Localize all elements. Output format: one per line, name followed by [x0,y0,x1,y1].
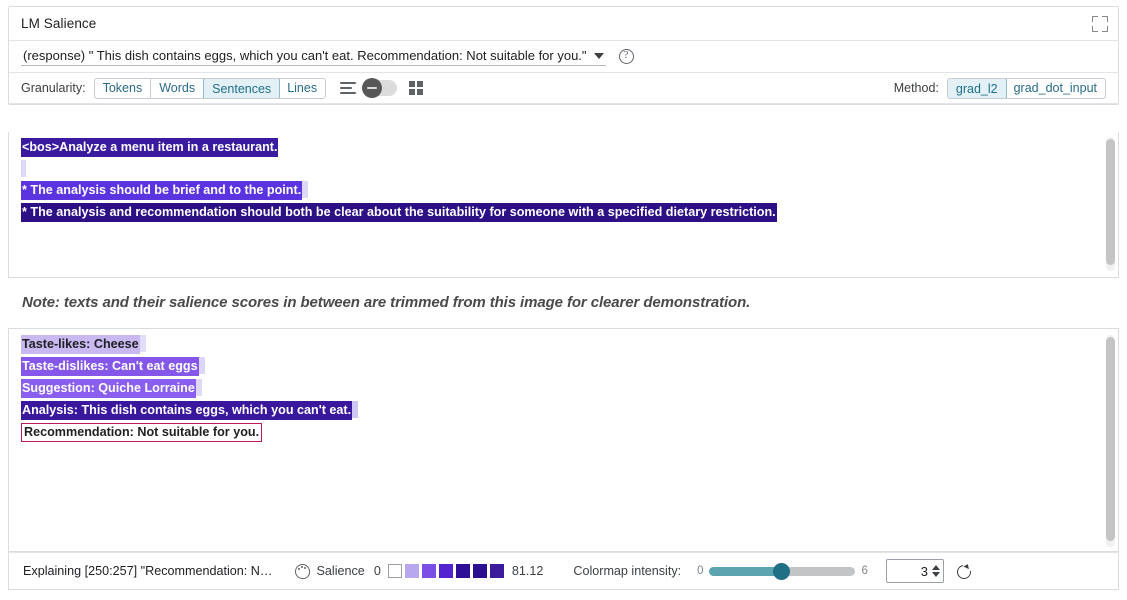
salience-line: * The analysis should be brief and to th… [21,181,1118,200]
explaining-status: Explaining [250:257] "Recommendation: N… [23,564,273,578]
slider-min-label: 0 [697,565,703,577]
salience-legend-label: Salience [317,564,365,578]
salience-segment[interactable]: Analysis: This dish contains eggs, which… [21,401,352,420]
salience-footer: Explaining [250:257] "Recommendation: N…… [8,552,1119,590]
method-option-grad-l2[interactable]: grad_l2 [947,78,1007,99]
salience-module-header: LM Salience (response) " This dish conta… [8,6,1119,105]
chevron-down-icon[interactable] [932,572,940,577]
colormap-intensity-slider[interactable] [709,567,855,576]
response-panel-scrollbar[interactable] [1106,335,1115,547]
expand-icon[interactable] [1092,16,1108,32]
salience-swatch [388,564,402,578]
salience-swatch [456,564,470,578]
salience-segment[interactable] [199,357,205,374]
prompt-panel-scrollbar[interactable] [1106,137,1115,271]
granularity-label: Granularity: [21,81,86,95]
response-selector-row: (response) " This dish contains eggs, wh… [9,41,1118,73]
salience-swatch [405,564,419,578]
prompt-salience-panel: <bos>Analyze a menu item in a restaurant… [8,132,1119,278]
salience-line: Analysis: This dish contains eggs, which… [21,401,1118,420]
response-salience-lines: Taste-likes: Cheese Taste-dislikes: Can'… [9,329,1118,551]
salience-segment[interactable] [302,181,308,198]
salience-segment[interactable]: Taste-dislikes: Can't eat eggs [21,357,199,376]
salience-segment[interactable]: * The analysis should be brief and to th… [21,181,302,200]
salience-line [21,160,1118,178]
response-salience-panel: Taste-likes: Cheese Taste-dislikes: Can'… [8,328,1119,552]
granularity-option-words[interactable]: Words [151,79,204,98]
granularity-option-tokens[interactable]: Tokens [95,79,152,98]
salience-segment[interactable] [21,160,26,177]
salience-segment[interactable]: Recommendation: Not suitable for you. [21,423,262,442]
salience-swatch [439,564,453,578]
salience-segment[interactable] [140,335,146,352]
salience-line: <bos>Analyze a menu item in a restaurant… [21,138,1118,157]
salience-line: Taste-dislikes: Can't eat eggs [21,357,1118,376]
salience-segment[interactable] [196,379,202,396]
salience-line: Taste-likes: Cheese [21,335,1118,354]
response-select-value: (response) " This dish contains eggs, wh… [23,48,587,63]
palette-icon [295,564,310,579]
colormap-intensity-stepper[interactable]: 3 [886,559,944,583]
method-controls: Method: grad_l2 grad_dot_input [894,78,1106,99]
method-segmented-control: grad_l2 grad_dot_input [947,78,1106,99]
chevron-down-icon [594,53,604,59]
salience-line: Suggestion: Quiche Lorraine [21,379,1118,398]
prompt-salience-lines: <bos>Analyze a menu item in a restaurant… [9,132,1118,277]
module-title-bar: LM Salience [9,7,1118,41]
method-label: Method: [894,81,939,95]
salience-swatch [490,564,504,578]
salience-legend-max: 81.12 [512,564,544,578]
granularity-option-lines[interactable]: Lines [279,79,325,98]
controls-row: Granularity: Tokens Words Sentences Line… [9,73,1118,104]
slider-handle[interactable] [773,563,790,580]
trim-note: Note: texts and their salience scores in… [22,294,750,311]
salience-line: Recommendation: Not suitable for you. [21,423,1118,442]
method-option-grad-dot-input[interactable]: grad_dot_input [1006,79,1105,98]
lm-salience-app: LM Salience (response) " This dish conta… [0,0,1127,600]
scrollbar-thumb[interactable] [1106,139,1115,265]
salience-legend-min: 0 [374,564,381,578]
salience-segment[interactable] [352,401,358,418]
stepper-arrows[interactable] [932,565,940,577]
salience-segment[interactable]: <bos>Analyze a menu item in a restaurant… [21,138,278,157]
granularity-segmented-control: Tokens Words Sentences Lines [94,78,326,99]
salience-segment[interactable]: Suggestion: Quiche Lorraine [21,379,196,398]
granularity-option-sentences[interactable]: Sentences [203,78,280,99]
salience-segment[interactable]: Taste-likes: Cheese [21,335,140,354]
page-title: LM Salience [21,16,96,31]
salience-segment[interactable]: * The analysis and recommendation should… [21,203,777,222]
salience-line: * The analysis and recommendation should… [21,203,1118,222]
response-select[interactable]: (response) " This dish contains eggs, wh… [21,47,606,66]
salience-color-swatches [388,564,504,578]
salience-swatch [473,564,487,578]
display-mode-toggle[interactable] [363,80,397,96]
help-circle-icon[interactable]: ? [619,49,634,64]
lines-density-icon[interactable] [340,82,356,94]
stepper-value: 3 [921,564,928,579]
scrollbar-thumb[interactable] [1106,337,1115,541]
reset-icon[interactable] [956,564,971,579]
salience-swatch [422,564,436,578]
chevron-up-icon[interactable] [932,565,940,570]
colormap-intensity-label: Colormap intensity: [573,564,681,578]
slider-max-label: 6 [862,565,868,577]
grid-view-icon[interactable] [409,81,423,95]
